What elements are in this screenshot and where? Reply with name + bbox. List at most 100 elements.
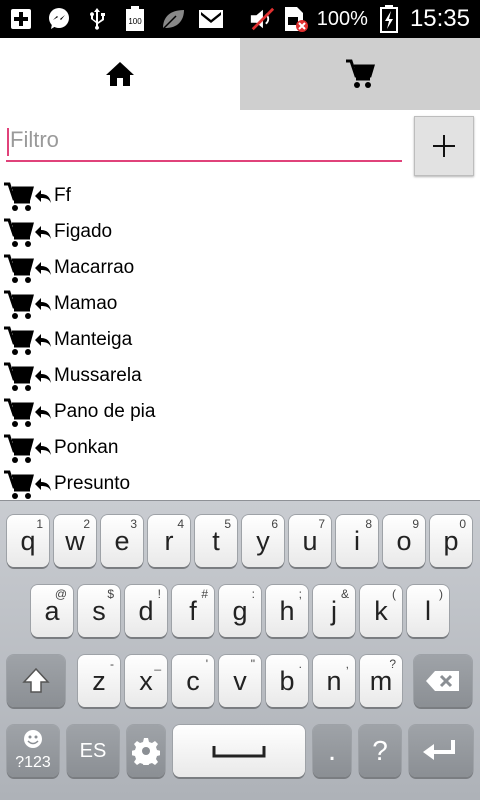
home-icon (106, 62, 134, 86)
add-to-cart-icon[interactable] (3, 432, 35, 464)
item-label: Presunto (54, 473, 131, 494)
tab-cart[interactable] (240, 38, 480, 110)
key-label: e (114, 525, 130, 556)
key-c[interactable]: c ' (172, 655, 214, 707)
filter-input[interactable] (6, 120, 402, 162)
list-item[interactable]: Ff (0, 178, 480, 214)
key-x[interactable]: x _ (125, 655, 167, 707)
list-item[interactable]: Mussarela (0, 358, 480, 394)
key-hint: ' (205, 657, 208, 671)
key-hint: $ (107, 587, 114, 601)
shift-icon (22, 667, 50, 693)
key-m[interactable]: m? (360, 655, 402, 707)
key-v[interactable]: v " (219, 655, 261, 707)
cart-icon (346, 59, 375, 88)
plus-icon (433, 135, 455, 157)
key-z[interactable]: z- (78, 655, 120, 707)
key-hint: ? (389, 657, 396, 671)
key-label: w (65, 525, 85, 556)
list-item[interactable]: Pano de pia (0, 394, 480, 430)
key-h[interactable]: h; (266, 585, 308, 637)
list-item[interactable]: Mamao (0, 286, 480, 322)
status-bar: 100 100% 15:35 (0, 0, 480, 38)
key-hint: . (298, 657, 302, 671)
key-label: o (396, 525, 412, 556)
clock: 15:35 (409, 5, 470, 32)
symbols-key[interactable]: ?123 (7, 725, 59, 777)
item-label: Pano de pia (54, 401, 156, 422)
key-n[interactable]: n, (313, 655, 355, 707)
add-to-cart-icon[interactable] (3, 180, 35, 212)
reply-arrow-icon (33, 366, 53, 386)
key-g[interactable]: g: (219, 585, 261, 637)
key-hint: 5 (224, 517, 231, 531)
reply-arrow-icon (33, 186, 53, 206)
key-hint: 0 (459, 517, 466, 531)
key-t[interactable]: t5 (195, 515, 237, 567)
charging-icon (376, 5, 402, 33)
add-to-cart-icon[interactable] (3, 252, 35, 284)
key-hint: & (340, 587, 349, 601)
key-label: l (425, 595, 431, 626)
key-hint: 4 (177, 517, 184, 531)
language-key[interactable]: ES (67, 725, 119, 777)
item-label: Manteiga (54, 329, 133, 350)
key-r[interactable]: r4 (148, 515, 190, 567)
tab-home[interactable] (0, 38, 240, 110)
add-item-button[interactable] (414, 116, 474, 176)
add-to-cart-icon[interactable] (3, 360, 35, 392)
enter-icon (423, 740, 455, 760)
list-item[interactable]: Manteiga (0, 322, 480, 358)
key-label: n (326, 665, 342, 696)
key-e[interactable]: e3 (101, 515, 143, 567)
svg-text:100: 100 (128, 17, 142, 26)
key-l[interactable]: l) (407, 585, 449, 637)
key-i[interactable]: i8 (336, 515, 378, 567)
key-hint: 3 (130, 517, 137, 531)
space-key[interactable] (173, 725, 305, 777)
add-to-cart-icon[interactable] (3, 324, 35, 356)
key-label: c (186, 665, 200, 696)
key-hint: _ (154, 657, 161, 671)
add-to-cart-icon[interactable] (3, 396, 35, 428)
on-screen-keyboard: q 1 w 2 e 3 r 4 t 5 y 6 u 7 i 8 o 9 p 0 a @ s $ d! f # g: h; j & k(l) z -… (0, 500, 480, 800)
key-k[interactable]: k( (360, 585, 402, 637)
add-to-cart-icon[interactable] (3, 288, 35, 320)
key-u[interactable]: u7 (289, 515, 331, 567)
key-hint: 8 (365, 517, 372, 531)
list-item[interactable]: Macarrao (0, 250, 480, 286)
question-key[interactable]: ? (359, 725, 401, 777)
key-b[interactable]: b. (266, 655, 308, 707)
key-w[interactable]: w2 (54, 515, 96, 567)
sim-error-icon (283, 6, 309, 32)
list-item[interactable]: Figado (0, 214, 480, 250)
key-j[interactable]: j & (313, 585, 355, 637)
key-q[interactable]: q1 (7, 515, 49, 567)
key-d[interactable]: d! (125, 585, 167, 637)
usb-icon (84, 6, 110, 32)
period-key[interactable]: . (313, 725, 351, 777)
key-p[interactable]: p0 (430, 515, 472, 567)
add-to-cart-icon[interactable] (3, 216, 35, 248)
space-icon (212, 746, 266, 758)
key-hint: , (345, 657, 349, 671)
key-label: t (212, 525, 220, 556)
key-o[interactable]: o9 (383, 515, 425, 567)
symbols-label: ?123 (15, 754, 51, 771)
list-item[interactable]: Presunto (0, 466, 480, 500)
shift-key[interactable] (7, 655, 65, 707)
key-s[interactable]: s $ (78, 585, 120, 637)
key-label: u (302, 525, 318, 556)
list-item[interactable]: Ponkan (0, 430, 480, 466)
enter-key[interactable] (409, 725, 473, 777)
key-f[interactable]: f # (172, 585, 214, 637)
add-to-cart-icon[interactable] (3, 468, 35, 500)
key-hint: - (110, 657, 114, 671)
backspace-key[interactable] (414, 655, 472, 707)
reply-arrow-icon (33, 402, 53, 422)
key-a[interactable]: a @ (31, 585, 73, 637)
gear-icon (132, 738, 160, 765)
key-label: d (138, 595, 154, 626)
key-y[interactable]: y6 (242, 515, 284, 567)
settings-key[interactable] (127, 725, 165, 777)
